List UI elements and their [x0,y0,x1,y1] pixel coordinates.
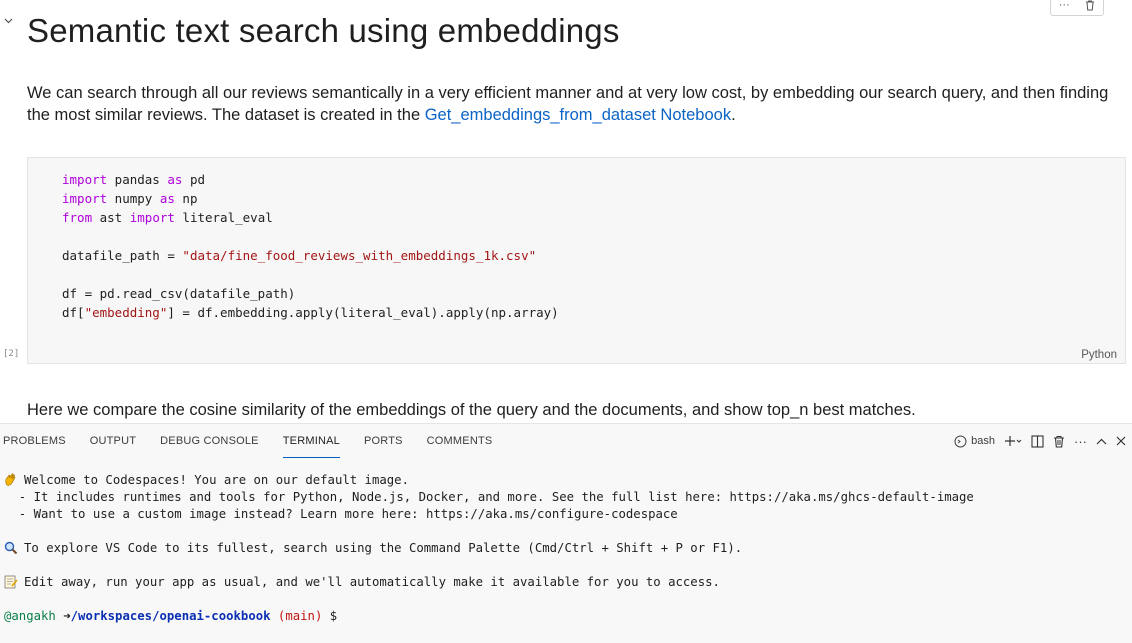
code-line: import numpy as np [62,189,559,208]
code-text: pd [182,172,206,187]
terminal-prompt[interactable]: @angakh ➜/workspaces/openai-cookbook (ma… [4,608,974,625]
code-keyword: import [62,191,108,206]
terminal-shell-selector[interactable]: bash [954,435,995,448]
code-keyword: import [62,172,108,187]
code-line: df["embedding"] = df.embedding.apply(lit… [62,303,559,322]
code-cell[interactable]: import pandas as pd import numpy as np fro… [27,157,1126,364]
terminal-line: Welcome to Codespaces! You are on our de… [4,472,974,489]
notebook-editor: ··· Semantic text search using embedding… [0,0,1132,423]
code-text: np [174,191,198,206]
cell-toolbar: ··· [1050,0,1104,16]
prompt-branch: main [285,609,315,623]
tab-output[interactable]: OUTPUT [90,424,136,458]
memo-emoji-icon [4,575,18,589]
trash-icon[interactable] [1053,435,1065,448]
code-keyword: as [167,172,183,187]
markdown-heading: Semantic text search using embeddings [27,12,620,49]
code-text: ] = df.embedding.apply(literal_eval).app… [167,305,559,320]
bottom-panel: PROBLEMS OUTPUT DEBUG CONSOLE TERMINAL P… [0,423,1132,643]
code-text: datafile_path = [62,248,183,263]
edit-text: Edit away, run your app as usual, and we… [24,575,720,589]
code-keyword: from [62,210,93,225]
wave-emoji-icon [4,473,18,487]
code-text: df = pd.read_csv(datafile_path) [62,286,296,301]
magnifier-emoji-icon [4,541,18,555]
code-line: import pandas as pd [62,170,559,189]
code-line: df = pd.read_csv(datafile_path) [62,284,559,303]
split-icon[interactable] [1031,434,1044,448]
welcome-text: Welcome to Codespaces! You are on our de… [24,473,409,487]
terminal-line: - Want to use a custom image instead? Le… [4,507,678,521]
terminal-line: To explore VS Code to its fullest, searc… [4,540,974,557]
prompt-arrow: ➜ [55,609,71,623]
code-text: numpy [107,191,160,206]
close-icon[interactable] [1116,436,1126,446]
plus-icon[interactable] [1004,435,1022,447]
prompt-path: /workspaces/openai-cookbook [70,609,271,623]
code-text: ast [92,210,130,225]
maximize-icon[interactable] [1096,438,1107,445]
cell-language-label[interactable]: Python [1081,349,1117,361]
terminal-output[interactable]: Welcome to Codespaces! You are on our de… [4,472,974,625]
code-text: pandas [107,172,168,187]
tab-comments[interactable]: COMMENTS [427,424,493,458]
code-text: df[ [62,305,85,320]
terminal-line: Edit away, run your app as usual, and we… [4,574,974,591]
code-text: literal_eval [174,210,273,225]
dataset-notebook-link[interactable]: Get_embeddings_from_dataset Notebook [425,106,731,124]
more-icon[interactable]: ··· [1074,434,1087,449]
markdown-paragraph-next: Here we compare the cosine similarity of… [27,401,916,419]
trash-icon[interactable] [1085,0,1095,11]
tab-debug-console[interactable]: DEBUG CONSOLE [160,424,259,458]
tab-problems[interactable]: PROBLEMS [3,424,66,458]
prompt-branch-open: ( [270,609,286,623]
code-line: from ast import literal_eval [62,208,559,227]
intro-end: . [731,106,736,124]
more-icon[interactable]: ··· [1059,0,1070,11]
chevron-down-icon[interactable] [4,18,13,24]
panel-actions: bash ··· [954,424,1126,458]
explore-text: To explore VS Code to its fullest, searc… [24,541,743,555]
tab-ports[interactable]: PORTS [364,424,403,458]
code-keyword: as [159,191,175,206]
terminal-icon [954,435,967,448]
tab-terminal[interactable]: TERMINAL [282,424,340,458]
prompt-symbol: $ [322,609,338,623]
execution-count: [2] [3,349,20,359]
prompt-user: @angakh [4,609,56,623]
code-editor[interactable]: import pandas as pd import numpy as np fro… [62,170,559,322]
terminal-line: - It includes runtimes and tools for Pyt… [4,490,974,504]
code-string: "data/fine_food_reviews_with_embeddings_… [182,248,537,263]
code-keyword: import [129,210,175,225]
code-string: "embedding" [84,305,168,320]
markdown-paragraph: We can search through all our reviews se… [27,82,1127,126]
code-line: datafile_path = "data/fine_food_reviews_… [62,246,559,265]
shell-label: bash [971,435,995,447]
panel-tabs: PROBLEMS OUTPUT DEBUG CONSOLE TERMINAL P… [0,424,513,458]
